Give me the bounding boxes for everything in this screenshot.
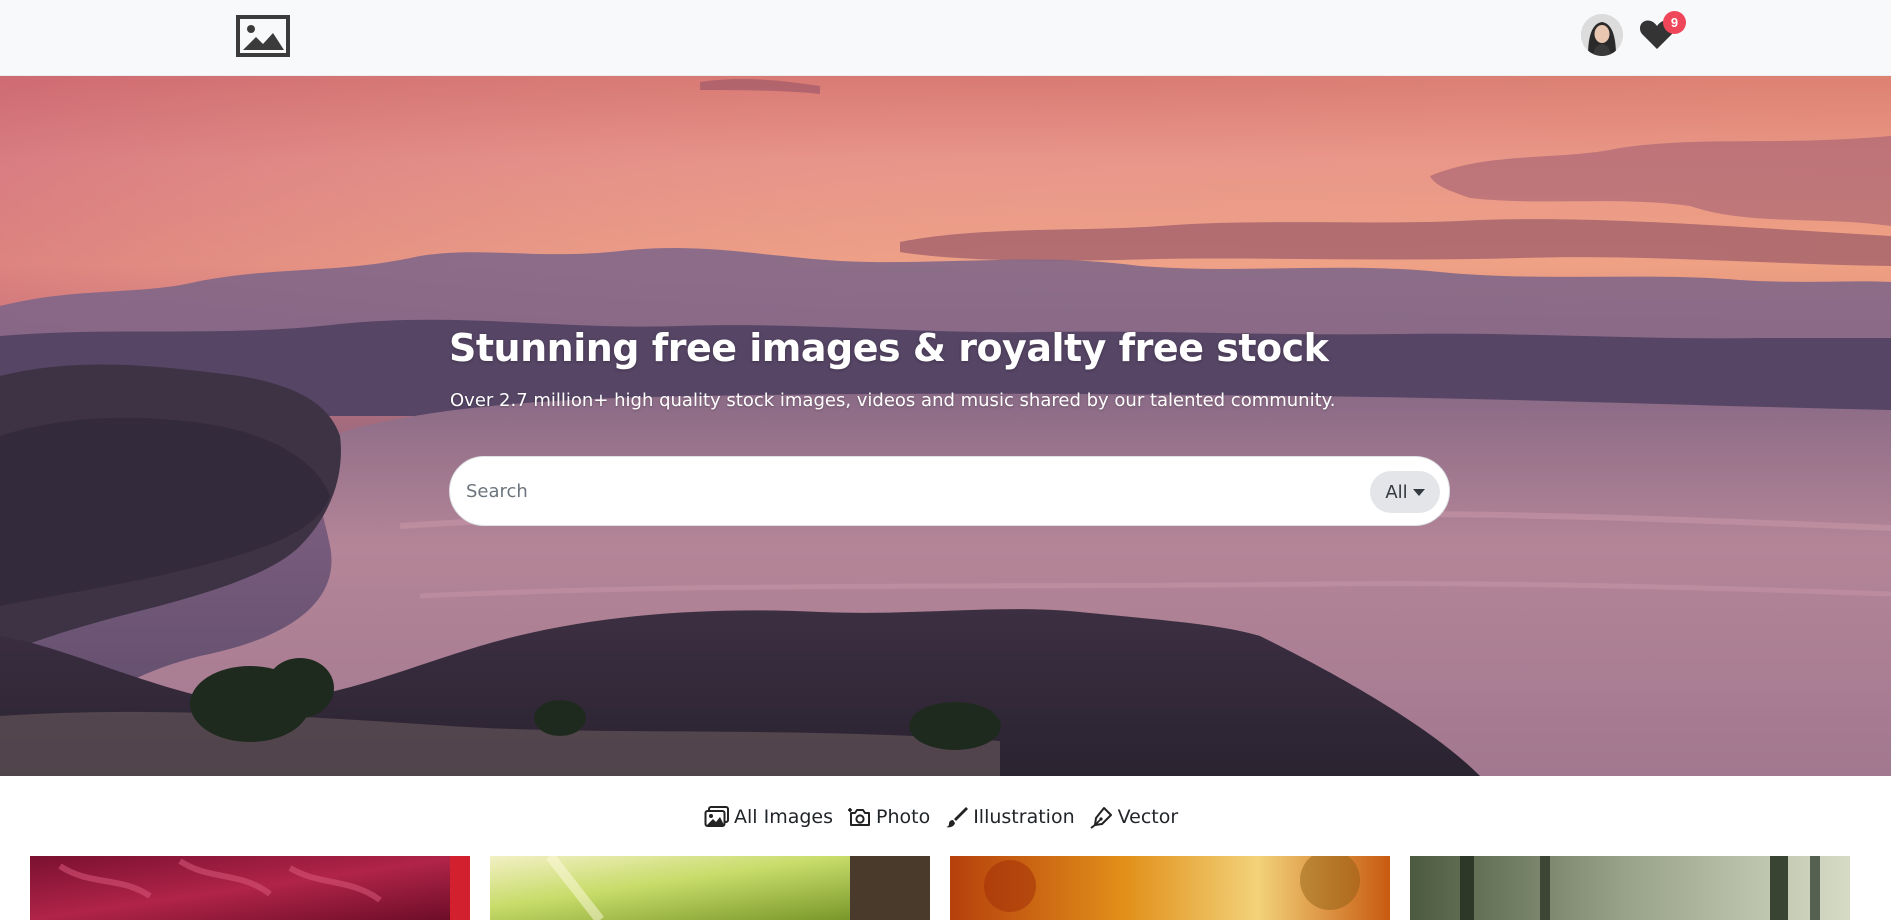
- image-thumbnail[interactable]: [950, 856, 1390, 920]
- images-icon: [704, 806, 729, 827]
- image-thumbnail[interactable]: [1410, 856, 1850, 920]
- image-thumbnail[interactable]: [490, 856, 930, 920]
- hero-section: Stunning free images & royalty free stoc…: [0, 76, 1891, 776]
- caret-down-icon: [1412, 488, 1425, 496]
- navbar: 9: [0, 0, 1891, 76]
- filter-all-images[interactable]: All Images: [704, 805, 833, 829]
- hero-title: Stunning free images & royalty free stoc…: [449, 326, 1329, 370]
- image-logo-icon[interactable]: [236, 15, 290, 57]
- search-input[interactable]: [466, 471, 1306, 511]
- filter-illustration[interactable]: Illustration: [945, 805, 1075, 829]
- brush-icon: [946, 807, 969, 828]
- hero-subtitle: Over 2.7 million+ high quality stock ima…: [450, 390, 1336, 411]
- thumbnail-image: [490, 856, 930, 920]
- filter-label: Photo: [876, 806, 931, 828]
- vector-pen-icon: [1090, 807, 1112, 829]
- filter-vector[interactable]: Vector: [1090, 805, 1179, 829]
- thumbnail-image: [950, 856, 1390, 920]
- category-filter-bar: All Images Photo Illustration Vector: [704, 802, 1178, 832]
- hero-background-image: [0, 76, 1891, 776]
- search-bar: All: [449, 456, 1450, 526]
- image-thumbnail[interactable]: [30, 856, 470, 920]
- thumbnail-image: [1410, 856, 1850, 920]
- favorites-count-badge: 9: [1663, 11, 1686, 34]
- user-avatar[interactable]: [1581, 14, 1623, 56]
- camera-icon: [848, 808, 870, 826]
- avatar-image: [1581, 14, 1623, 56]
- thumbnail-image: [30, 856, 470, 920]
- filter-photo[interactable]: Photo: [848, 805, 930, 829]
- filter-label: Vector: [1117, 806, 1179, 828]
- filter-label: All Images: [734, 806, 833, 828]
- media-type-selected: All: [1385, 481, 1408, 503]
- filter-label: Illustration: [973, 806, 1075, 828]
- media-type-dropdown[interactable]: All: [1370, 471, 1440, 513]
